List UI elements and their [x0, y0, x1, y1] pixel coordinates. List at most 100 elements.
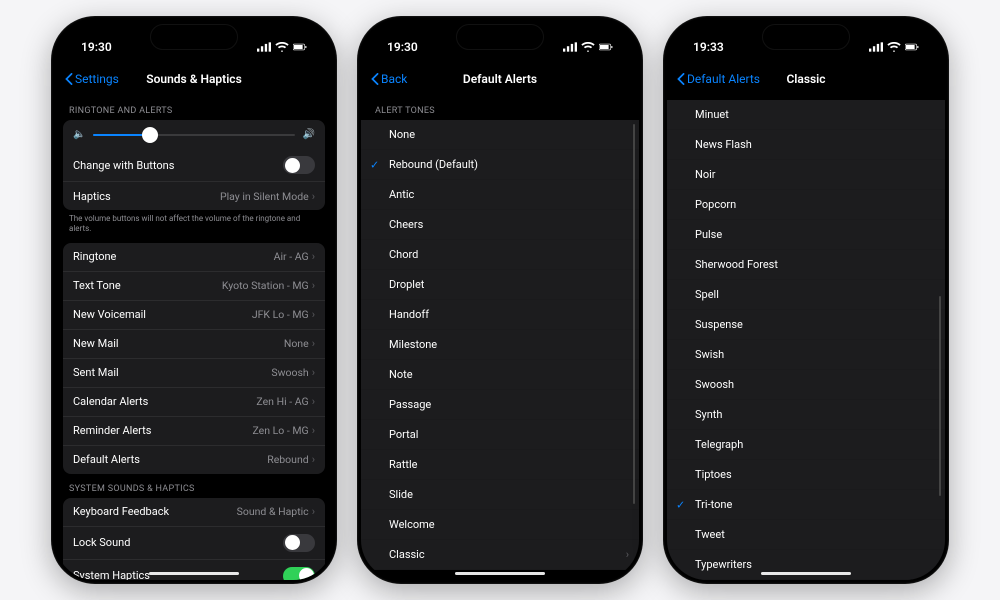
chevron-right-icon: ›: [312, 366, 315, 379]
tone-droplet[interactable]: Droplet: [361, 270, 639, 300]
tone-label: Swoosh: [695, 378, 734, 391]
tone-news-flash[interactable]: News Flash: [667, 130, 945, 160]
tone-typewriters[interactable]: Typewriters: [667, 550, 945, 580]
chevron-right-icon: ›: [312, 190, 315, 203]
clock: 19:33: [693, 40, 724, 54]
speaker-high-icon: 🔊: [303, 129, 315, 140]
chevron-right-icon: ›: [312, 279, 315, 292]
sound-row-sent-mail[interactable]: Sent MailSwoosh›: [63, 359, 325, 388]
back-label: Settings: [75, 72, 119, 86]
sound-row-calendar-alerts[interactable]: Calendar AlertsZen Hi - AG›: [63, 388, 325, 417]
scroll-indicator[interactable]: [939, 296, 941, 496]
tone-chord[interactable]: Chord: [361, 240, 639, 270]
tone-swoosh[interactable]: Swoosh: [667, 370, 945, 400]
tone-label: Rebound (Default): [389, 158, 478, 171]
tone-spell[interactable]: Spell: [667, 280, 945, 310]
keyboard-feedback-row[interactable]: Keyboard Feedback Sound & Haptic›: [63, 498, 325, 527]
tone-label: Note: [389, 368, 413, 381]
haptics-row[interactable]: Haptics Play in Silent Mode›: [63, 182, 325, 210]
tone-suspense[interactable]: Suspense: [667, 310, 945, 340]
tone-swish[interactable]: Swish: [667, 340, 945, 370]
back-button[interactable]: Settings: [65, 72, 119, 86]
tone-slide[interactable]: Slide: [361, 480, 639, 510]
lock-sound-label: Lock Sound: [73, 536, 130, 549]
tone-rattle[interactable]: Rattle: [361, 450, 639, 480]
tone-pulse[interactable]: Pulse: [667, 220, 945, 250]
sound-row-text-tone[interactable]: Text ToneKyoto Station - MG›: [63, 272, 325, 301]
tone-label: Noir: [695, 168, 716, 181]
system-haptics-toggle[interactable]: [283, 567, 315, 580]
tone-passage[interactable]: Passage: [361, 390, 639, 420]
chevron-right-icon: ›: [312, 308, 315, 321]
tone-label: Popcorn: [695, 198, 736, 211]
tone-cheers[interactable]: Cheers: [361, 210, 639, 240]
home-indicator[interactable]: [761, 572, 851, 576]
chevron-right-icon: ›: [312, 453, 315, 466]
tone-label: Tweet: [695, 528, 725, 541]
scroll-content[interactable]: ALERT TONES None✓Rebound (Default)AnticC…: [361, 96, 639, 580]
tone-handoff[interactable]: Handoff: [361, 300, 639, 330]
phone-sounds-haptics: 19:30 Settings Sounds & Haptics RINGTONE…: [51, 16, 337, 584]
tone-label: Handoff: [389, 308, 429, 321]
tone-label: Slide: [389, 488, 413, 501]
tone-sherwood-forest[interactable]: Sherwood Forest: [667, 250, 945, 280]
phone-default-alerts: 19:30 Back Default Alerts ALERT TONES No…: [357, 16, 643, 584]
tone-welcome[interactable]: Welcome: [361, 510, 639, 540]
tone-portal[interactable]: Portal: [361, 420, 639, 450]
sound-row-new-mail[interactable]: New MailNone›: [63, 330, 325, 359]
haptics-value: Play in Silent Mode: [220, 190, 309, 203]
tone-none[interactable]: None: [361, 120, 639, 150]
row-label: Reminder Alerts: [73, 424, 151, 437]
tone-label: Sherwood Forest: [695, 258, 778, 271]
sound-row-default-alerts[interactable]: Default AlertsRebound›: [63, 446, 325, 474]
change-with-buttons-toggle[interactable]: [283, 156, 315, 174]
wifi-icon: [887, 42, 901, 52]
tone-label: Spell: [695, 288, 719, 301]
change-with-buttons-row[interactable]: Change with Buttons: [63, 149, 325, 182]
back-button[interactable]: Default Alerts: [677, 72, 760, 86]
tone-popcorn[interactable]: Popcorn: [667, 190, 945, 220]
scroll-indicator[interactable]: [633, 124, 635, 504]
tone-antic[interactable]: Antic: [361, 180, 639, 210]
chevron-left-icon: [371, 73, 379, 85]
tone-tiptoes[interactable]: Tiptoes: [667, 460, 945, 490]
row-value: Air - AG: [274, 250, 309, 263]
sound-row-new-voicemail[interactable]: New VoicemailJFK Lo - MG›: [63, 301, 325, 330]
tone-label: Minuet: [695, 108, 729, 121]
row-value: Rebound: [267, 453, 308, 466]
tone-tweet[interactable]: Tweet: [667, 520, 945, 550]
tone-rebound-default-[interactable]: ✓Rebound (Default): [361, 150, 639, 180]
tone-note[interactable]: Note: [361, 360, 639, 390]
scroll-content[interactable]: Minuet News Flash Noir Popcorn Pulse Sherwood…: [667, 96, 945, 580]
tone-label: Suspense: [695, 318, 743, 331]
tone-classic[interactable]: Classic: [361, 540, 639, 570]
lock-sound-toggle[interactable]: [283, 534, 315, 552]
row-value: Swoosh: [271, 366, 308, 379]
row-value: Zen Lo - MG: [252, 424, 308, 437]
sound-row-reminder-alerts[interactable]: Reminder AlertsZen Lo - MG›: [63, 417, 325, 446]
tone-minuet[interactable]: Minuet: [667, 100, 945, 130]
chevron-left-icon: [677, 73, 685, 85]
tone-noir[interactable]: Noir: [667, 160, 945, 190]
battery-icon: [905, 42, 919, 52]
sound-row-ringtone[interactable]: RingtoneAir - AG›: [63, 243, 325, 272]
checkmark-icon: ✓: [676, 498, 685, 511]
tone-milestone[interactable]: Milestone: [361, 330, 639, 360]
home-indicator[interactable]: [149, 572, 239, 576]
tone-synth[interactable]: Synth: [667, 400, 945, 430]
volume-slider[interactable]: [93, 134, 294, 136]
scroll-content[interactable]: RINGTONE AND ALERTS 🔈 🔊 Change with Butt…: [55, 96, 333, 580]
status-icons: [869, 42, 919, 52]
cellular-icon: [869, 42, 883, 52]
back-button[interactable]: Back: [371, 72, 407, 86]
home-indicator[interactable]: [455, 572, 545, 576]
lock-sound-row[interactable]: Lock Sound: [63, 527, 325, 560]
row-label: Ringtone: [73, 250, 116, 263]
row-label: New Voicemail: [73, 308, 146, 321]
keyboard-feedback-label: Keyboard Feedback: [73, 505, 169, 518]
tone-label: News Flash: [695, 138, 752, 151]
system-haptics-row[interactable]: System Haptics: [63, 560, 325, 580]
tone-telegraph[interactable]: Telegraph: [667, 430, 945, 460]
volume-slider-row[interactable]: 🔈 🔊: [63, 120, 325, 149]
tone-tri-tone[interactable]: ✓Tri-tone: [667, 490, 945, 520]
